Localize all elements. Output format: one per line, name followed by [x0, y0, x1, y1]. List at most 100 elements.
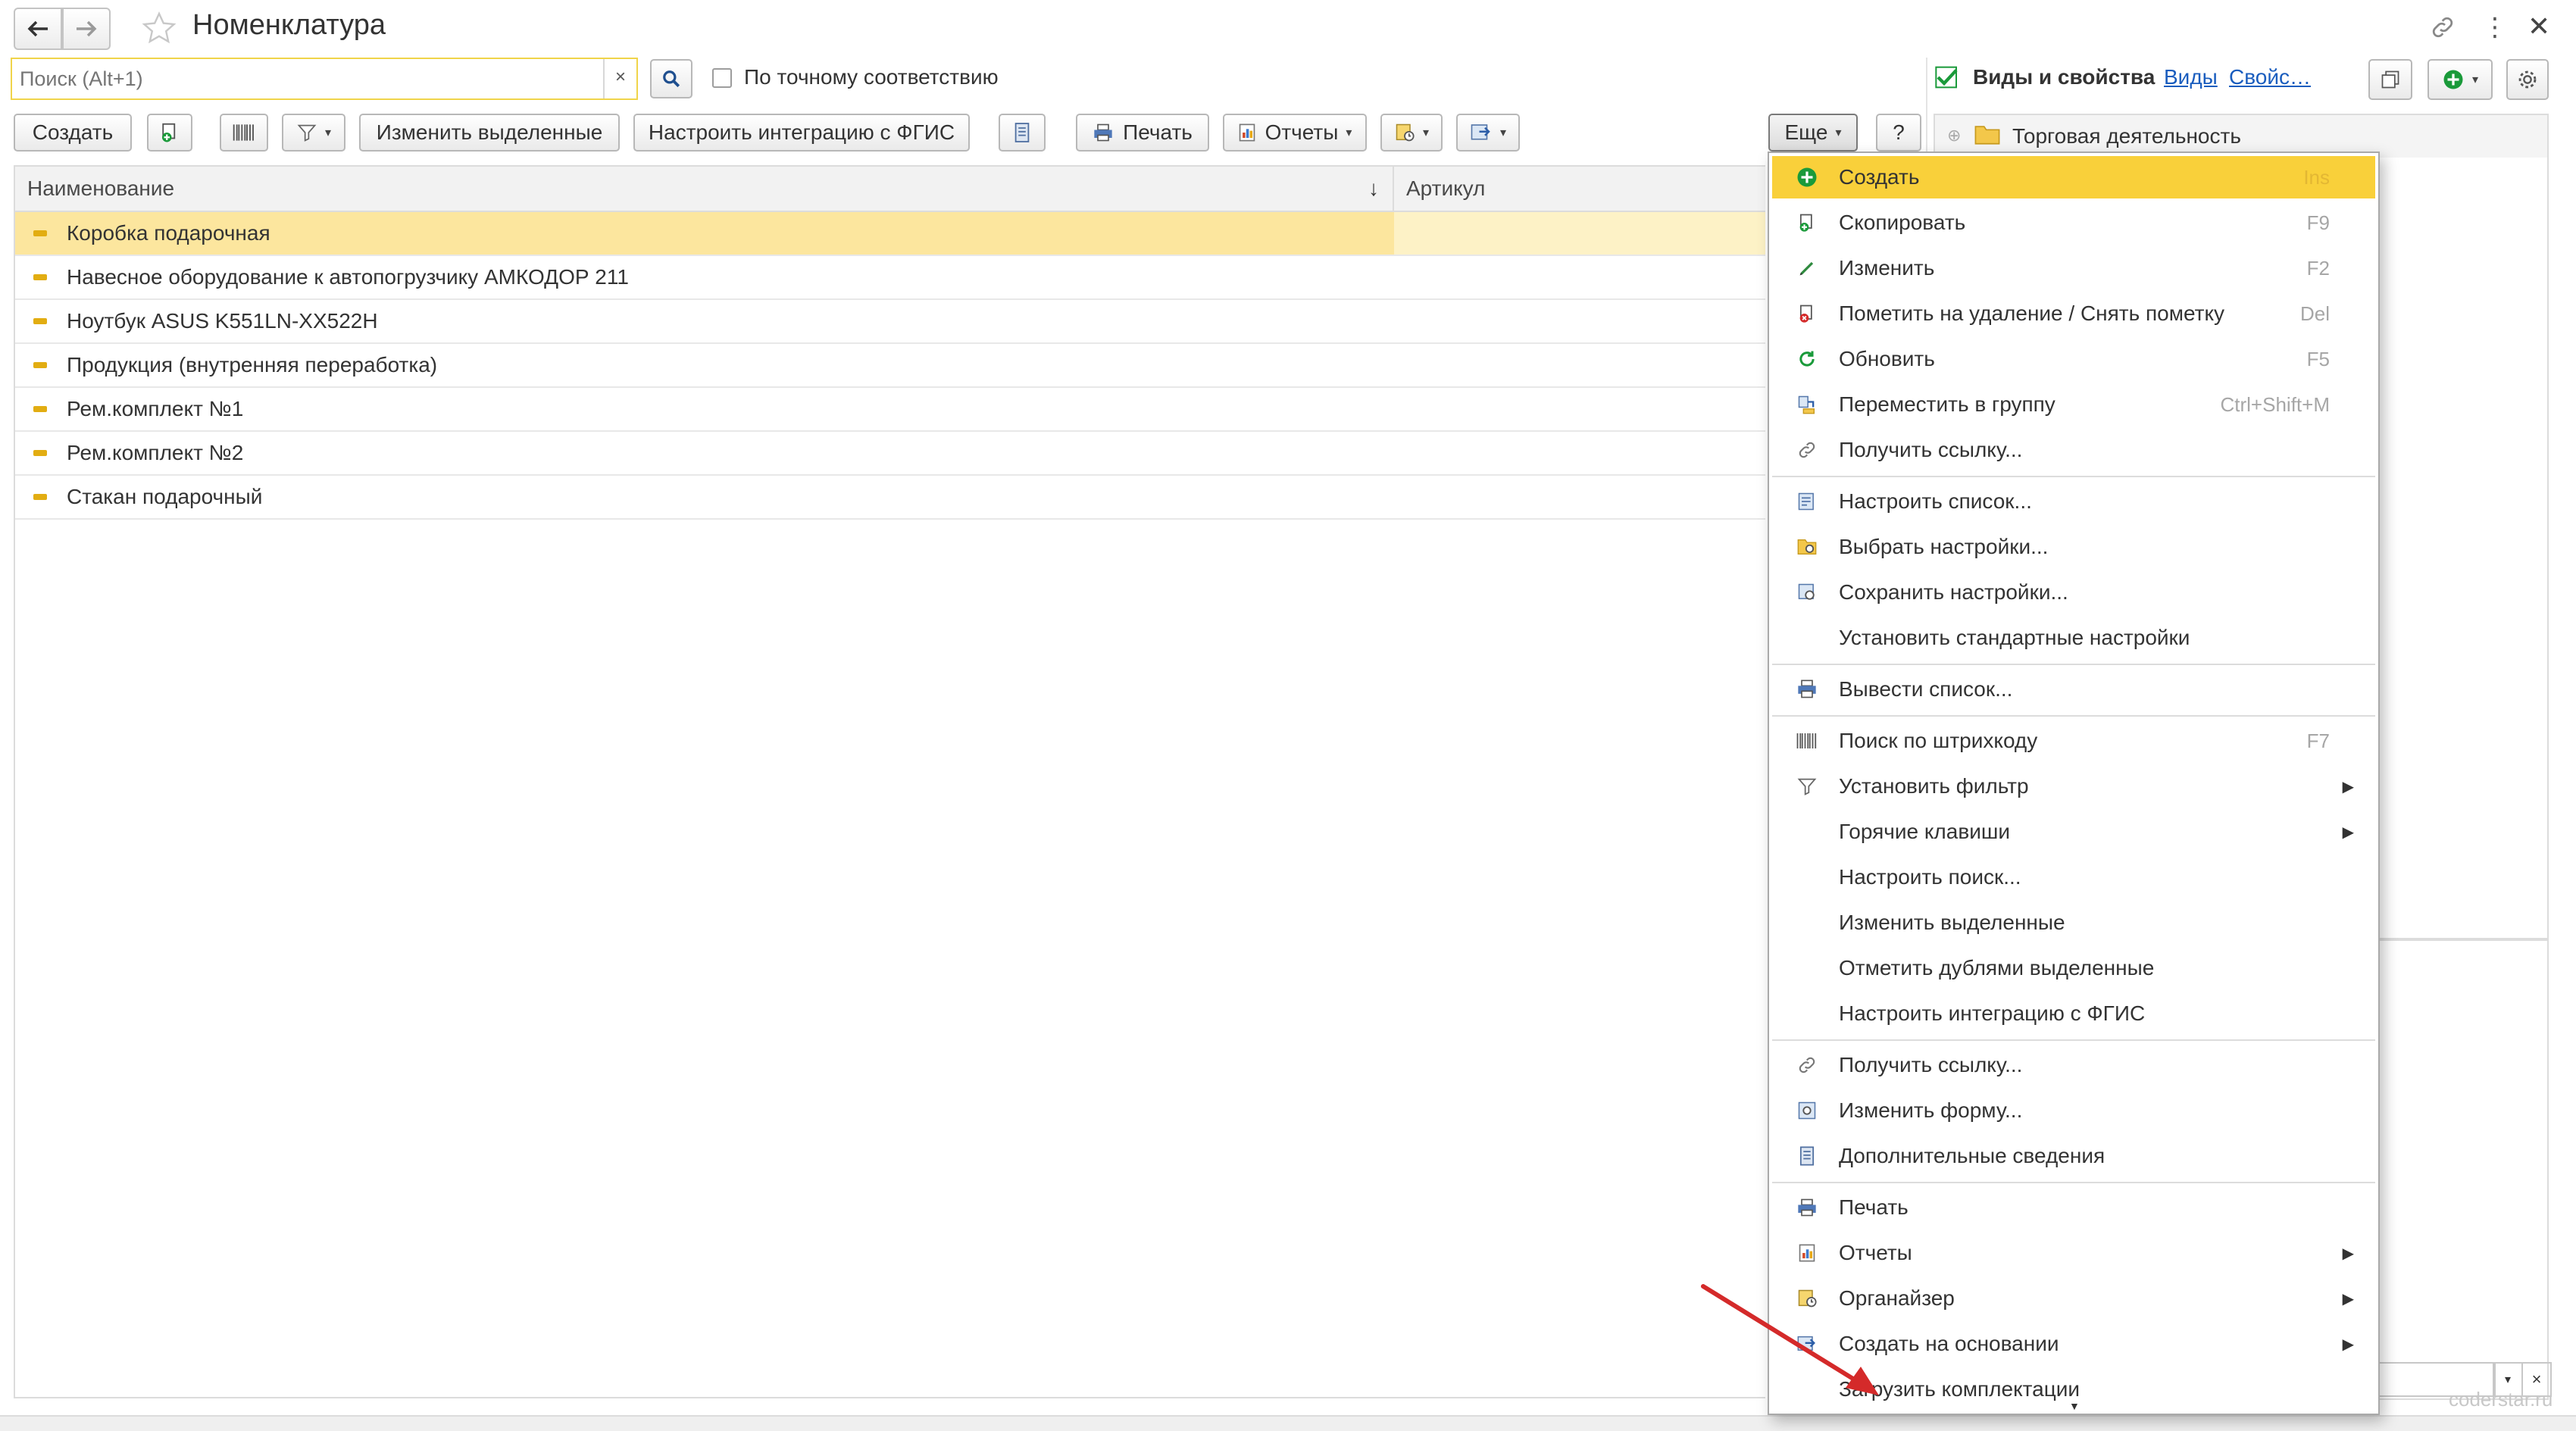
table-row[interactable]: Навесное оборудование к автопогрузчику А…	[14, 256, 1765, 300]
panel-add-button[interactable]: ▾	[2428, 59, 2493, 100]
watermark: coderstar.ru	[2449, 1388, 2553, 1411]
help-button[interactable]: ?	[1876, 114, 1921, 152]
menu-item-copy[interactable]: Скопировать F9	[1772, 202, 2375, 244]
menu-item-configure-fgis[interactable]: Настроить интеграцию с ФГИС	[1772, 992, 2375, 1035]
exact-match-checkbox[interactable]	[712, 68, 732, 88]
document-list-button[interactable]	[999, 114, 1046, 152]
menu-item-change-form[interactable]: Изменить форму...	[1772, 1089, 2375, 1132]
table-row[interactable]: Коробка подарочная	[14, 212, 1765, 256]
tree-item-label[interactable]: Торговая деятельность	[2012, 124, 2241, 148]
search-field[interactable]: ×	[11, 58, 638, 100]
star-icon[interactable]	[141, 11, 177, 52]
column-header-article[interactable]: Артикул	[1394, 165, 1765, 212]
menu-item-hotkeys[interactable]: Горячие клавиши ▶	[1772, 811, 2375, 853]
vertical-dots-icon[interactable]: ⋮	[2482, 12, 2508, 42]
back-button[interactable]	[14, 8, 62, 50]
menu-item-save-settings[interactable]: Сохранить настройки...	[1772, 571, 2375, 614]
filter-button[interactable]: ▾	[282, 114, 345, 152]
clear-search-button[interactable]: ×	[615, 67, 626, 88]
forward-button[interactable]	[62, 8, 111, 50]
sort-down-icon[interactable]: ↓	[1368, 177, 1379, 201]
menu-item-label: Получить ссылку...	[1839, 438, 2023, 461]
barcode-icon	[232, 122, 256, 143]
windows-icon	[2380, 69, 2401, 90]
menu-item-change-selected[interactable]: Изменить выделенные	[1772, 901, 2375, 944]
menu-item-label: Дополнительные сведения	[1839, 1144, 2106, 1167]
menu-item-label: Отчеты	[1839, 1241, 1912, 1264]
expand-icon[interactable]: ⊕	[1947, 126, 1961, 145]
table-row[interactable]: Продукция (внутренняя переработка)	[14, 344, 1765, 388]
menu-item-configure-search[interactable]: Настроить поиск...	[1772, 856, 2375, 898]
menu-item-refresh[interactable]: Обновить F5	[1772, 338, 2375, 380]
menu-item-create[interactable]: Создать Ins	[1772, 156, 2375, 198]
chevron-down-icon: ▾	[1346, 127, 1352, 139]
menu-item-output-list[interactable]: Вывести список...	[1772, 668, 2375, 711]
plus-circle-icon	[2442, 68, 2465, 91]
menu-item-get-link-2[interactable]: Получить ссылку...	[1772, 1044, 2375, 1086]
menu-item-mark-duplicates[interactable]: Отметить дублями выделенные	[1772, 947, 2375, 989]
create-button[interactable]: Создать	[14, 114, 132, 152]
menu-item-configure-list[interactable]: Настроить список...	[1772, 480, 2375, 523]
menu-item-shortcut: F5	[2306, 347, 2330, 370]
menu-item-shortcut: F7	[2306, 729, 2330, 752]
barcode-search-button[interactable]	[220, 114, 268, 152]
menu-item-label: Изменить выделенные	[1839, 911, 2065, 934]
menu-item-barcode-search[interactable]: Поиск по штрихкоду F7	[1772, 720, 2375, 762]
additional-info-icon	[1793, 1142, 1821, 1170]
views-link[interactable]: Виды	[2164, 65, 2218, 89]
menu-item-label: Поиск по штрихкоду	[1839, 729, 2038, 752]
panel-settings-button[interactable]	[2506, 59, 2549, 100]
item-marker-icon	[33, 362, 47, 368]
menu-item-move-to-group[interactable]: Переместить в группу Ctrl+Shift+M	[1772, 383, 2375, 426]
change-selected-button[interactable]: Изменить выделенные	[359, 114, 620, 152]
menu-item-reports[interactable]: Отчеты ▶	[1772, 1232, 2375, 1274]
menu-item-label: Отметить дублями выделенные	[1839, 956, 2155, 980]
item-marker-icon	[33, 318, 47, 324]
print-button[interactable]: Печать	[1076, 114, 1209, 152]
menu-separator	[1772, 1182, 2375, 1183]
search-button[interactable]	[650, 59, 692, 98]
arrow-left-icon	[27, 20, 49, 38]
exact-match-label: По точному соответствию	[744, 65, 999, 89]
menu-item-standard-settings[interactable]: Установить стандартные настройки	[1772, 617, 2375, 659]
menu-item-edit[interactable]: Изменить F2	[1772, 247, 2375, 289]
table-row[interactable]: Стакан подарочный	[14, 476, 1765, 520]
submenu-arrow-icon: ▶	[2342, 778, 2354, 795]
document-list-icon	[1013, 121, 1031, 144]
reports-button[interactable]: Отчеты ▾	[1223, 114, 1367, 152]
menu-item-label: Изменить форму...	[1839, 1098, 2023, 1122]
move-to-group-icon	[1793, 391, 1821, 418]
chevron-down-icon: ▾	[2471, 73, 2479, 86]
menu-item-select-settings[interactable]: Выбрать настройки...	[1772, 526, 2375, 568]
menu-scroll-down-icon[interactable]: ▼	[2069, 1400, 2080, 1412]
copy-button[interactable]	[147, 114, 192, 152]
search-input[interactable]	[12, 59, 603, 98]
panel-copy-button[interactable]	[2368, 59, 2412, 100]
row-article-cell	[1394, 212, 1765, 255]
menu-separator	[1772, 715, 2375, 717]
create-based-button[interactable]: ▾	[1456, 114, 1520, 152]
table-row[interactable]: Рем.комплект №2	[14, 432, 1765, 476]
menu-item-get-link[interactable]: Получить ссылку...	[1772, 429, 2375, 471]
close-icon[interactable]: ✕	[2528, 11, 2550, 42]
menu-item-mark-delete[interactable]: Пометить на удаление / Снять пометку Del	[1772, 292, 2375, 335]
organizer-button[interactable]: ▾	[1380, 114, 1443, 152]
select-settings-icon	[1793, 533, 1821, 561]
more-button[interactable]: Еще ▾	[1768, 114, 1858, 152]
configure-fgis-button[interactable]: Настроить интеграцию с ФГИС	[633, 114, 970, 152]
table-row[interactable]: Рем.комплект №1	[14, 388, 1765, 432]
properties-link[interactable]: Свойс…	[2229, 65, 2311, 89]
menu-item-label: Установить стандартные настройки	[1839, 626, 2190, 649]
menu-item-label: Настроить поиск...	[1839, 865, 2021, 889]
menu-item-set-filter[interactable]: Установить фильтр ▶	[1772, 765, 2375, 808]
table-row[interactable]: Ноутбук ASUS K551LN-XX522H	[14, 300, 1765, 344]
menu-item-label: Горячие клавиши	[1839, 820, 2010, 843]
column-header-name[interactable]: Наименование ↓	[14, 165, 1394, 212]
menu-item-print[interactable]: Печать	[1772, 1186, 2375, 1229]
types-checkbox[interactable]	[1935, 65, 1959, 95]
menu-item-additional-info[interactable]: Дополнительные сведения	[1772, 1135, 2375, 1177]
link-icon[interactable]	[2429, 14, 2456, 46]
menu-item-label: Выбрать настройки...	[1839, 535, 2049, 558]
row-name: Ноутбук ASUS K551LN-XX522H	[67, 309, 378, 333]
menu-item-shortcut: Ins	[2303, 165, 2330, 189]
